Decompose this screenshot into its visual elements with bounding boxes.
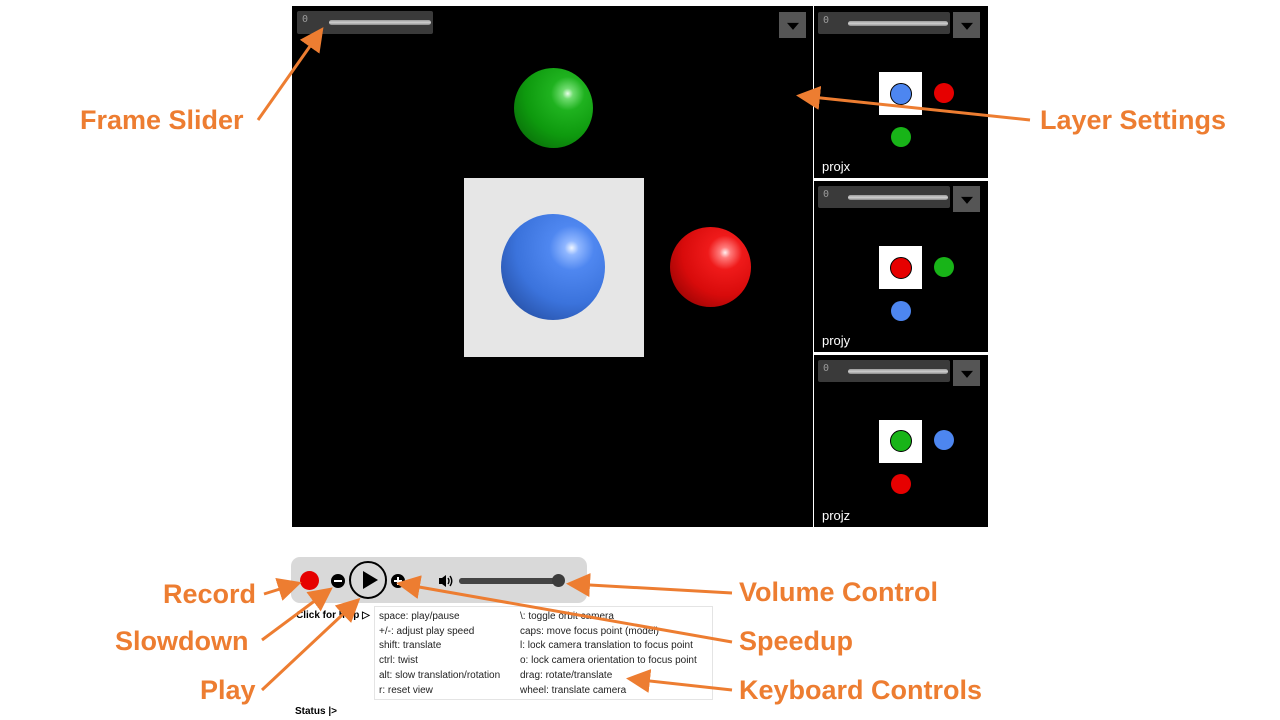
arrow-record — [263, 577, 302, 601]
arrow-keyboard-controls — [626, 669, 733, 693]
annotation-speedup: Speedup — [739, 626, 854, 656]
annotation-play: Play — [200, 675, 256, 705]
arrow-slowdown — [261, 587, 333, 642]
arrow-volume — [566, 573, 733, 597]
annotation-frame-slider: Frame Slider — [80, 105, 244, 135]
annotation-record: Record — [163, 579, 257, 609]
annotation-layer-settings: Layer Settings — [1040, 105, 1227, 135]
annotation-keyboard-controls: Keyboard Controls — [739, 675, 983, 705]
annotation-volume-control: Volume Control — [739, 577, 938, 607]
arrow-layer-settings — [796, 85, 1031, 122]
arrow-play — [260, 597, 361, 692]
annotation-slowdown: Slowdown — [115, 626, 249, 656]
arrow-frame-slider — [256, 27, 324, 121]
arrow-speedup — [396, 575, 733, 644]
